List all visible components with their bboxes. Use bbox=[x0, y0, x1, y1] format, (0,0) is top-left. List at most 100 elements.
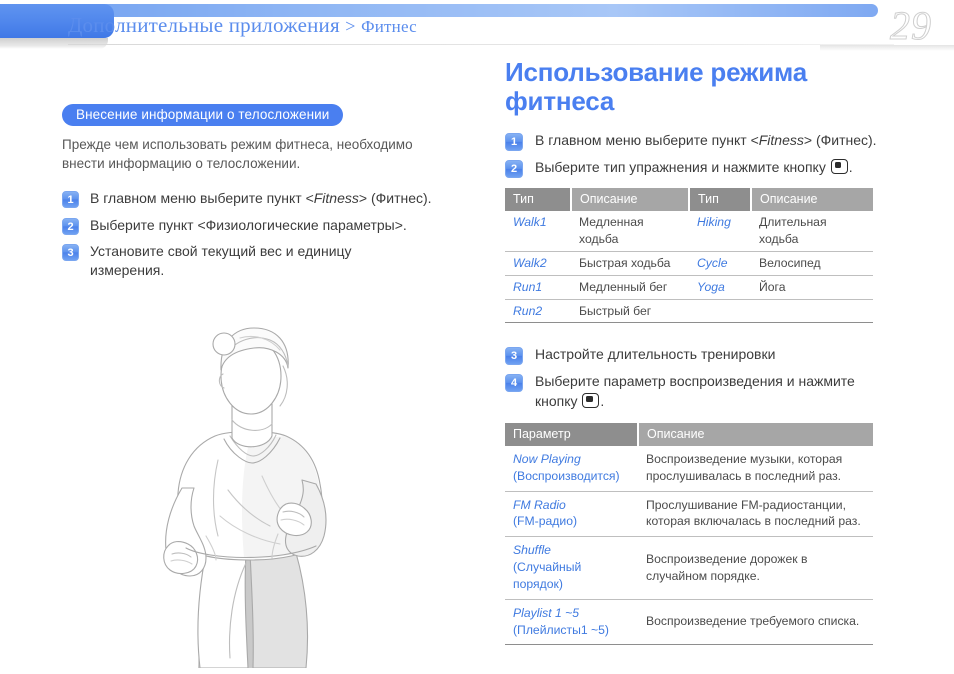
step-item: 3 Установите свой текущий вес и единицу … bbox=[62, 242, 482, 281]
section-label: Внесение информации о телосложении bbox=[62, 104, 344, 126]
table-row: FM Radio (FM-радио) Прослушивание FM-рад… bbox=[505, 491, 873, 538]
table-row: Run1 Медленный бег Yoga Йога bbox=[505, 275, 873, 300]
step-text-a: Установите свой текущий вес и единицу из… bbox=[90, 242, 352, 279]
cell-parameter: Playlist 1 ~5 (Плейлисты1 ~5) bbox=[505, 599, 638, 646]
header-divider bbox=[68, 44, 894, 45]
parameter-term: Shuffle bbox=[513, 543, 551, 558]
step-text: Установите свой текущий вес и единицу из… bbox=[90, 242, 390, 281]
table-header-row: Параметр Описание bbox=[505, 422, 873, 446]
cell-parameter: Now Playing (Воспроизводится) bbox=[505, 445, 638, 492]
cell-type-2 bbox=[689, 299, 751, 324]
step-item: 4 Выберите параметр воспроизведения и на… bbox=[505, 372, 919, 411]
step-number-badge: 3 bbox=[62, 243, 79, 261]
cell-parameter: FM Radio (FM-радио) bbox=[505, 491, 638, 538]
step-item: 2 Выберите тип упражнения и нажмите кноп… bbox=[505, 158, 919, 179]
step-text: Выберите пункт <Физиологические параметр… bbox=[90, 216, 407, 235]
step-number-badge: 3 bbox=[505, 347, 523, 366]
parameter-term: Now Playing bbox=[513, 451, 581, 466]
step-number-badge: 1 bbox=[505, 133, 523, 152]
exercise-types-table: Тип Описание Тип Описание Walk1 Медленна… bbox=[505, 188, 873, 324]
parameter-term-ru: (FM-радио) bbox=[513, 514, 578, 529]
step-item: 3 Настройте длительность тренировки bbox=[505, 345, 919, 366]
page-header: Дополнительные приложения > Фитнес 29 bbox=[0, 0, 954, 56]
cell-type-2: Cycle bbox=[689, 251, 751, 276]
step-number-badge: 4 bbox=[505, 374, 523, 393]
breadcrumb-main: Дополнительные приложения bbox=[68, 13, 340, 37]
step-term: Fitness bbox=[313, 190, 359, 207]
right-step-list-bottom: 3 Настройте длительность тренировки 4 Вы… bbox=[505, 345, 919, 411]
cell-parameter: Shuffle (Случайный порядок) bbox=[505, 536, 638, 600]
cell-desc-1: Медленная ходьба bbox=[571, 211, 689, 252]
table-row: Playlist 1 ~5 (Плейлисты1 ~5) Воспроизве… bbox=[505, 599, 873, 646]
table-row: Run2 Быстрый бег bbox=[505, 299, 873, 324]
column-header-parameter: Параметр bbox=[505, 422, 639, 446]
step-item: 1 В главном меню выберите пункт <Fitness… bbox=[62, 189, 482, 209]
step-text-a: Выберите тип упражнения и нажмите кнопку bbox=[535, 159, 830, 176]
breadcrumb: Дополнительные приложения > Фитнес bbox=[68, 13, 417, 38]
right-column: Использование режима фитнеса 1 В главном… bbox=[505, 57, 919, 646]
column-header-desc-2: Описание bbox=[751, 188, 873, 212]
column-header-type-1: Тип bbox=[505, 188, 572, 212]
ok-key-icon bbox=[582, 392, 600, 408]
step-text-a: Выберите пункт <Физиологические параметр… bbox=[90, 216, 407, 233]
cell-type-1: Walk1 bbox=[505, 211, 571, 252]
step-text-b: . bbox=[600, 392, 605, 409]
breadcrumb-sub: Фитнес bbox=[361, 17, 417, 36]
cell-description: Воспроизведение музыки, которая прослуши… bbox=[638, 445, 873, 492]
cell-desc-2: Велосипед bbox=[751, 251, 873, 276]
cell-type-1: Run2 bbox=[505, 299, 571, 324]
step-term: Fitness bbox=[758, 132, 804, 149]
cell-description: Воспроизведение дорожек в случайном поря… bbox=[638, 536, 873, 600]
cell-description: Прослушивание FM-радиостанции, которая в… bbox=[638, 491, 873, 538]
left-step-list: 1 В главном меню выберите пункт <Fitness… bbox=[62, 189, 482, 280]
cell-type-1: Run1 bbox=[505, 275, 571, 300]
parameter-term: FM Radio bbox=[513, 497, 566, 512]
breadcrumb-separator: > bbox=[345, 16, 356, 36]
page-title: Использование режима фитнеса bbox=[505, 57, 807, 116]
cell-desc-1: Медленный бег bbox=[571, 275, 689, 300]
step-text-a: В главном меню выберите пункт < bbox=[535, 132, 759, 149]
step-text: Настройте длительность тренировки bbox=[535, 345, 775, 364]
cell-description: Воспроизведение требуемого списка. bbox=[638, 599, 873, 646]
table-row: Shuffle (Случайный порядок) Воспроизведе… bbox=[505, 536, 873, 600]
step-text-a: Настройте длительность тренировки bbox=[535, 346, 776, 363]
column-header-desc-1: Описание bbox=[571, 188, 690, 212]
step-text: Выберите тип упражнения и нажмите кнопку… bbox=[535, 158, 853, 177]
column-header-type-2: Тип bbox=[689, 188, 752, 212]
right-step-list-top: 1 В главном меню выберите пункт <Fitness… bbox=[505, 131, 919, 179]
step-number-badge: 2 bbox=[62, 217, 79, 235]
parameter-term-ru: (Плейлисты1 ~5) bbox=[513, 622, 609, 637]
cell-desc-1: Быстрый бег bbox=[571, 299, 689, 324]
step-item: 2 Выберите пункт <Физиологические параме… bbox=[62, 216, 482, 235]
step-text-a: В главном меню выберите пункт < bbox=[90, 190, 314, 207]
step-text: В главном меню выберите пункт <Fitness> … bbox=[90, 189, 432, 208]
parameter-term: Playlist 1 ~5 bbox=[513, 605, 580, 620]
column-header-description: Описание bbox=[638, 422, 873, 446]
left-column: Внесение информации о телосложении Прежд… bbox=[62, 104, 482, 288]
parameter-term-ru: (Воспроизводится) bbox=[513, 468, 620, 483]
step-text-b: > (Фитнес). bbox=[803, 132, 877, 149]
cell-type-2: Hiking bbox=[689, 211, 751, 252]
intro-paragraph: Прежде чем использовать режим фитнеса, н… bbox=[62, 137, 413, 172]
cell-type-1: Walk2 bbox=[505, 251, 571, 276]
step-text-b: > (Фитнес). bbox=[358, 190, 432, 207]
step-text-b: . bbox=[848, 159, 853, 176]
cell-type-2: Yoga bbox=[689, 275, 751, 300]
step-item: 1 В главном меню выберите пункт <Fitness… bbox=[505, 131, 919, 152]
table-header-row: Тип Описание Тип Описание bbox=[505, 188, 873, 212]
cell-desc-2: Йога bbox=[751, 275, 873, 300]
step-text: В главном меню выберите пункт <Fitness> … bbox=[535, 131, 877, 150]
header-divider-right bbox=[820, 45, 954, 51]
cell-desc-1: Быстрая ходьба bbox=[571, 251, 689, 276]
table-row: Now Playing (Воспроизводится) Воспроизве… bbox=[505, 445, 873, 492]
runner-illustration bbox=[163, 327, 327, 668]
ok-key-icon bbox=[830, 159, 848, 175]
parameter-term-ru: (Случайный порядок) bbox=[513, 560, 582, 591]
playback-parameters-table: Параметр Описание Now Playing (Воспроизв… bbox=[505, 422, 873, 646]
cell-desc-2 bbox=[751, 299, 873, 324]
cell-desc-2: Длительная ходьба bbox=[751, 211, 873, 252]
step-number-badge: 1 bbox=[62, 191, 79, 209]
step-text: Выберите параметр воспроизведения и нажм… bbox=[535, 372, 890, 411]
page-number: 29 bbox=[890, 3, 932, 49]
table-row: Walk1 Медленная ходьба Hiking Длительная… bbox=[505, 211, 873, 252]
